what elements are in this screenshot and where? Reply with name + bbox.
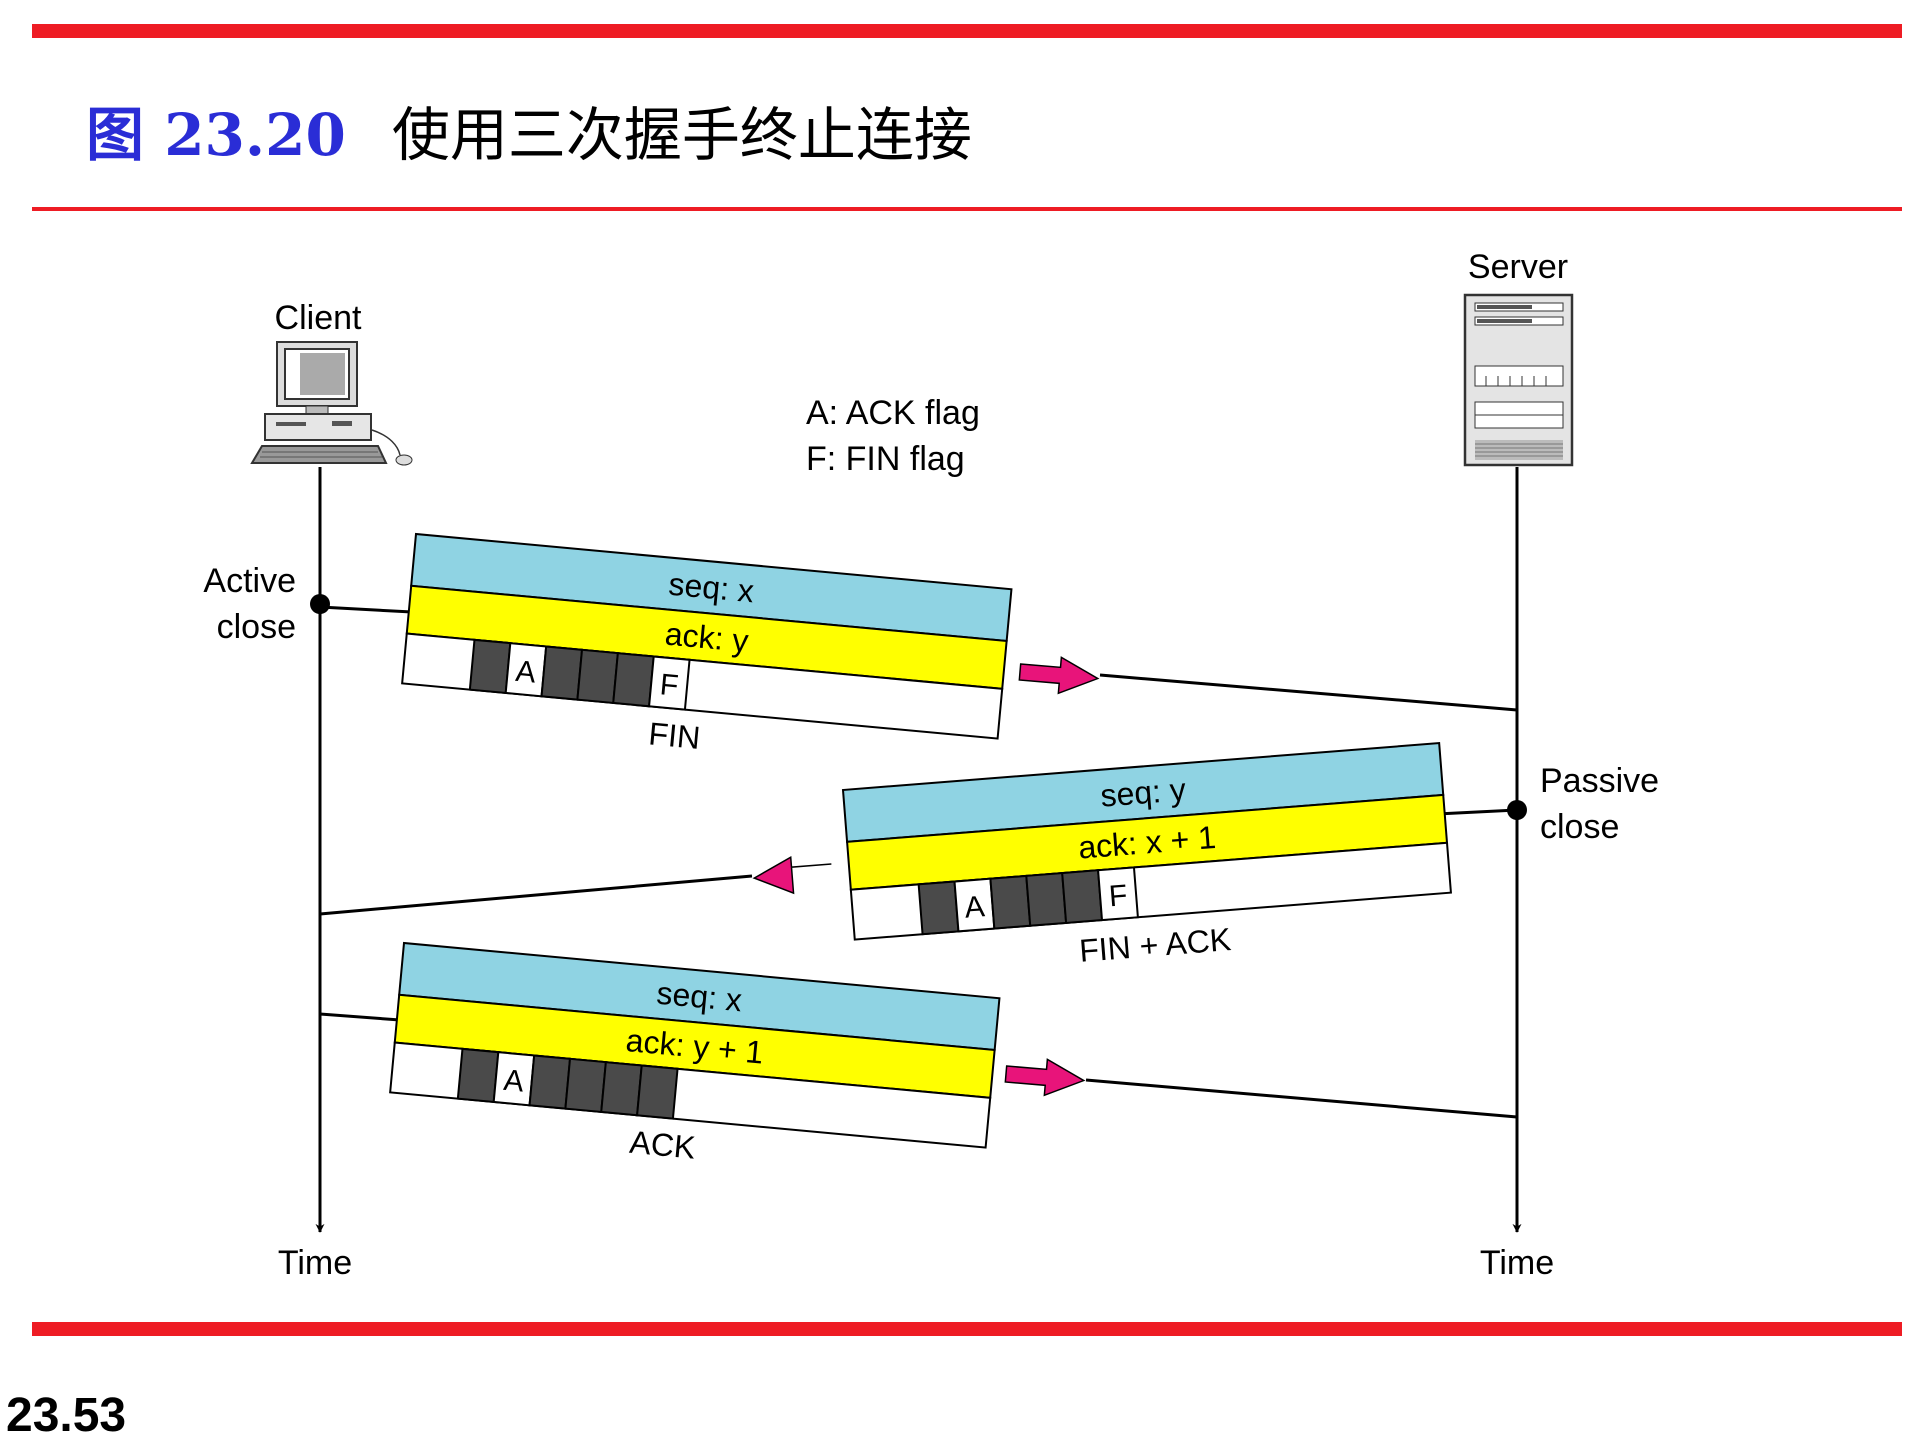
- ack-line-client-side: [319, 1012, 401, 1022]
- client-time-label: Time: [278, 1244, 352, 1282]
- passive-close-label-1: Passive: [1540, 762, 1659, 800]
- legend-ack-flag: A: ACK flag: [806, 394, 980, 432]
- finack-flag-f: F: [1108, 879, 1129, 913]
- finack-line-server-side: [1436, 808, 1518, 816]
- fin-segment: seq: x ack: y A F FIN: [401, 532, 1013, 756]
- fin-line-server-side: [1099, 673, 1518, 712]
- ack-segment: seq: x ack: y + 1 A ACK: [389, 941, 1001, 1166]
- finack-direction-arrow: [752, 855, 832, 895]
- client-label: Client: [275, 299, 362, 337]
- server-time-label: Time: [1480, 1244, 1554, 1282]
- flag-cell: [635, 1064, 679, 1120]
- fin-segment-name: FIN: [647, 715, 702, 756]
- finack-seq-value: seq: y: [1099, 771, 1187, 814]
- flag-cell: [1061, 869, 1104, 924]
- bottom-rule: [32, 1322, 1902, 1336]
- page-number: 23.53: [6, 1389, 127, 1442]
- active-close-label-1: Active: [203, 562, 296, 600]
- client-computer-icon: [250, 341, 413, 466]
- finack-line-client-side: [319, 874, 753, 916]
- ack-direction-arrow: [1004, 1058, 1086, 1097]
- finack-flag-a: A: [963, 890, 986, 924]
- fin-line-client-side: [319, 605, 413, 614]
- flag-cell: [540, 645, 584, 701]
- flag-cell: [917, 880, 960, 936]
- flag-cell: [989, 874, 1032, 930]
- fin-direction-arrow: [1018, 656, 1100, 695]
- active-close-dot: [310, 594, 330, 614]
- fin-ack-value: ack: y: [663, 616, 750, 660]
- flag-cell: [576, 648, 619, 705]
- fin-flag-f: F: [658, 668, 679, 703]
- flag-cell: [528, 1054, 572, 1110]
- flag-cell: [468, 638, 512, 695]
- ack-line-server-side: [1085, 1078, 1518, 1119]
- flag-cell: [564, 1057, 607, 1114]
- fin-flag-a: A: [514, 655, 537, 690]
- flag-cell: [1025, 871, 1068, 927]
- ack-flag-a: A: [502, 1064, 525, 1099]
- finack-segment: seq: y ack: x + 1 A F FIN + ACK: [841, 742, 1453, 969]
- legend-fin-flag: F: FIN flag: [806, 440, 965, 478]
- flag-cell: [456, 1047, 500, 1104]
- passive-close-label-2: close: [1540, 808, 1619, 846]
- active-close-label-2: close: [217, 608, 296, 646]
- flag-cell: [600, 1061, 643, 1117]
- ack-segment-name: ACK: [628, 1124, 697, 1166]
- tcp-termination-diagram: Client Server A: ACK flag F: FIN flag Ti…: [203, 248, 1659, 1282]
- passive-close-dot: [1507, 800, 1527, 820]
- server-icon: [1463, 293, 1574, 467]
- finack-segment-name: FIN + ACK: [1078, 921, 1232, 969]
- server-label: Server: [1468, 248, 1568, 286]
- flag-cell: [612, 652, 655, 708]
